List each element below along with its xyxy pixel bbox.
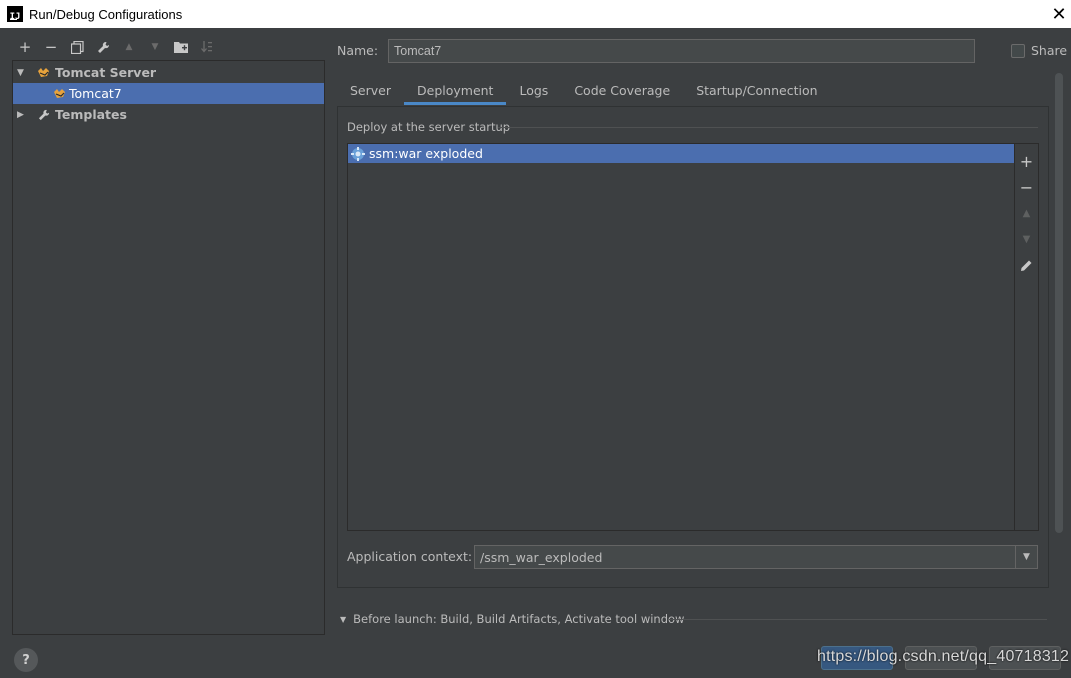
minus-icon: − — [1019, 177, 1034, 197]
pencil-icon — [1021, 260, 1032, 271]
plus-icon: + — [1019, 151, 1034, 171]
title-bar: IJ Run/Debug Configurations ✕ — [0, 0, 1071, 28]
edit-artifact-button[interactable] — [1017, 252, 1037, 278]
arrow-down-icon: ▼ — [1022, 233, 1031, 245]
move-down-button[interactable]: ▼ — [1017, 226, 1037, 252]
artifact-label: ssm:war exploded — [369, 146, 483, 161]
share-checkbox[interactable]: Share — [1011, 43, 1067, 58]
configurations-tree: ▼ Tomcat Server Tomcat7 ▶ Templates — [12, 60, 325, 635]
tab-startup-connection[interactable]: Startup/Connection — [683, 76, 830, 105]
section-divider — [498, 127, 1038, 128]
window-title: Run/Debug Configurations — [29, 6, 183, 22]
remove-artifact-button[interactable]: − — [1017, 174, 1037, 200]
tree-item-templates[interactable]: ▶ Templates — [13, 104, 324, 125]
list-toolbar: + − ▲ ▼ — [1015, 143, 1039, 531]
tree-item-label: Templates — [55, 107, 127, 122]
artifact-icon — [351, 146, 365, 161]
tree-item-tomcat-server[interactable]: ▼ Tomcat Server — [13, 62, 324, 83]
help-button[interactable]: ? — [14, 648, 38, 672]
tab-deployment[interactable]: Deployment — [404, 76, 507, 105]
move-down-button[interactable]: ▼ — [142, 36, 168, 58]
arrow-up-icon: ▲ — [125, 42, 133, 52]
application-context-combobox[interactable]: /ssm_war_exploded ▼ — [474, 545, 1038, 569]
config-tabs: Server Deployment Logs Code Coverage Sta… — [337, 76, 831, 105]
tomcat-icon — [37, 67, 51, 79]
folder-icon — [174, 42, 188, 53]
remove-configuration-button[interactable]: − — [38, 36, 64, 58]
application-context-value[interactable]: /ssm_war_exploded — [475, 550, 1015, 565]
checkbox-icon[interactable] — [1011, 43, 1025, 58]
name-label: Name: — [337, 43, 379, 58]
arrow-down-icon: ▼ — [151, 42, 159, 52]
minus-icon: − — [44, 38, 58, 56]
copy-icon — [70, 40, 84, 54]
chevron-down-icon[interactable]: ▼ — [340, 615, 346, 624]
before-launch-label: Before launch: Build, Build Artifacts, A… — [353, 612, 685, 626]
copy-configuration-button[interactable] — [64, 36, 90, 58]
sort-icon — [201, 41, 212, 53]
tomcat-icon — [53, 88, 67, 100]
section-title: Deploy at the server startup — [347, 120, 511, 134]
add-configuration-button[interactable]: + — [12, 36, 38, 58]
application-context-label: Application context: — [347, 549, 473, 564]
move-to-folder-button[interactable] — [168, 36, 194, 58]
arrow-up-icon: ▲ — [1022, 207, 1031, 219]
tree-item-label: Tomcat Server — [55, 65, 157, 80]
list-item[interactable]: ssm:war exploded — [348, 144, 1014, 163]
vertical-scrollbar[interactable] — [1055, 73, 1063, 533]
chevron-down-icon[interactable]: ▼ — [17, 68, 27, 78]
watermark-text: https://blog.csdn.net/qq_40718312 — [817, 648, 1070, 665]
tab-code-coverage[interactable]: Code Coverage — [561, 76, 683, 105]
edit-defaults-button[interactable] — [90, 36, 116, 58]
tree-item-tomcat7[interactable]: Tomcat7 — [13, 83, 324, 104]
wrench-icon — [97, 41, 109, 53]
close-icon[interactable]: ✕ — [1047, 0, 1071, 28]
section-divider — [669, 619, 1047, 620]
wrench-icon — [37, 109, 51, 121]
chevron-down-icon[interactable]: ▼ — [1015, 546, 1037, 568]
add-artifact-button[interactable]: + — [1017, 148, 1037, 174]
tree-item-label: Tomcat7 — [69, 86, 122, 101]
move-up-button[interactable]: ▲ — [1017, 200, 1037, 226]
deploy-artifacts-list[interactable]: ssm:war exploded — [347, 143, 1015, 531]
chevron-right-icon[interactable]: ▶ — [17, 110, 27, 120]
intellij-logo-icon: IJ — [7, 6, 23, 22]
move-up-button[interactable]: ▲ — [116, 36, 142, 58]
share-label: Share — [1031, 43, 1068, 58]
tab-logs[interactable]: Logs — [506, 76, 561, 105]
configurations-toolbar: + − ▲ ▼ — [12, 36, 220, 58]
deployment-panel: Deploy at the server startup ssm:war exp… — [337, 106, 1049, 588]
sort-button[interactable] — [194, 36, 220, 58]
before-launch-section[interactable]: ▼ Before launch: Build, Build Artifacts,… — [340, 612, 684, 626]
plus-icon: + — [18, 38, 32, 56]
name-input[interactable] — [388, 39, 975, 63]
tab-server[interactable]: Server — [337, 76, 404, 105]
